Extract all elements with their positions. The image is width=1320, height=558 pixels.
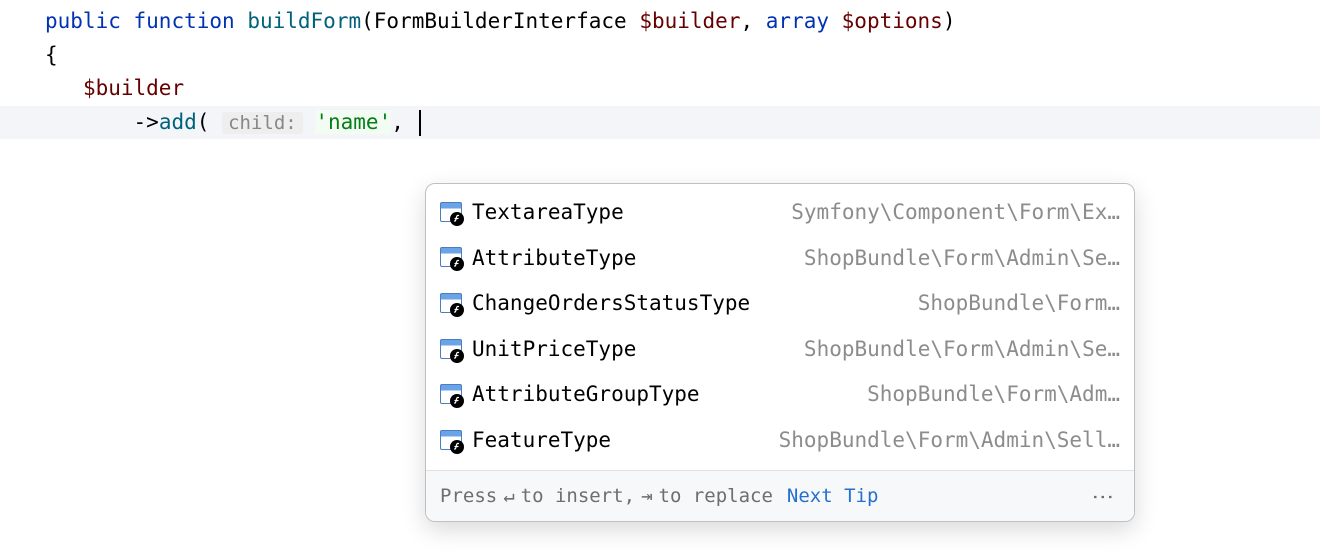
autocomplete-item[interactable]: FeatureType ShopBundle\Form\Admin\Sell… xyxy=(426,418,1134,464)
autocomplete-item-path: ShopBundle\Form\Admin\Sell… xyxy=(779,424,1120,458)
symfony-form-icon xyxy=(440,202,462,224)
method-add: add xyxy=(159,110,197,134)
autocomplete-item[interactable]: AttributeType ShopBundle\Form\Admin\Se… xyxy=(426,236,1134,282)
paren-open: ( xyxy=(361,9,374,33)
autocomplete-item-name: AttributeType xyxy=(472,242,636,276)
string-literal: 'name' xyxy=(315,110,391,134)
autocomplete-item[interactable]: ChangeOrdersStatusType ShopBundle\Form… xyxy=(426,281,1134,327)
autocomplete-popup[interactable]: TextareaType Symfony\Component\Form\Ex… … xyxy=(425,183,1135,522)
code-line: public function buildForm(FormBuilderInt… xyxy=(0,5,1320,39)
comma: , xyxy=(391,110,404,134)
function-name: buildForm xyxy=(247,9,361,33)
keyword-array: array xyxy=(766,9,829,33)
autocomplete-item[interactable]: UnitPriceType ShopBundle\Form\Admin\Se… xyxy=(426,327,1134,373)
variable: $options xyxy=(842,9,943,33)
symfony-form-icon xyxy=(440,430,462,452)
autocomplete-item-path: ShopBundle\Form… xyxy=(918,287,1120,321)
autocomplete-item-name: AttributeGroupType xyxy=(472,378,700,412)
text-cursor xyxy=(419,110,421,136)
variable-builder: $builder xyxy=(83,76,184,100)
type-name: FormBuilderInterface xyxy=(374,9,627,33)
keyword-public: public xyxy=(45,9,121,33)
autocomplete-footer: Press ↵ to insert, ⇥ to replace Next Tip… xyxy=(426,470,1134,521)
autocomplete-item[interactable]: AttributeGroupType ShopBundle\Form\Adm… xyxy=(426,372,1134,418)
brace-open: { xyxy=(45,43,58,67)
code-line: { xyxy=(0,39,1320,73)
code-line xyxy=(0,139,1320,173)
autocomplete-item[interactable]: TextareaType Symfony\Component\Form\Ex… xyxy=(426,190,1134,236)
tab-key-icon: ⇥ xyxy=(641,481,652,511)
autocomplete-item-name: ChangeOrdersStatusType xyxy=(472,287,750,321)
autocomplete-item-name: TextareaType xyxy=(472,196,624,230)
enter-key-icon: ↵ xyxy=(503,481,514,511)
arrow-operator: -> xyxy=(134,110,159,134)
symfony-form-icon xyxy=(440,293,462,315)
more-options-icon[interactable]: ⋮ xyxy=(1085,486,1120,506)
parameter-hint: child: xyxy=(222,112,303,134)
autocomplete-item-path: ShopBundle\Form\Adm… xyxy=(867,378,1120,412)
footer-hint-text: to insert, xyxy=(521,481,635,511)
comma: , xyxy=(740,9,753,33)
keyword-function: function xyxy=(134,9,235,33)
code-line-active: ->add( child: 'name', xyxy=(0,106,1320,140)
variable: $builder xyxy=(639,9,740,33)
symfony-form-icon xyxy=(440,384,462,406)
autocomplete-item-path: ShopBundle\Form\Admin\Se… xyxy=(804,333,1120,367)
footer-hint-text: to replace xyxy=(659,481,773,511)
symfony-form-icon xyxy=(440,339,462,361)
autocomplete-list: TextareaType Symfony\Component\Form\Ex… … xyxy=(426,184,1134,470)
next-tip-link[interactable]: Next Tip xyxy=(787,481,879,511)
autocomplete-item-name: FeatureType xyxy=(472,424,611,458)
autocomplete-item-name: UnitPriceType xyxy=(472,333,636,367)
symfony-form-icon xyxy=(440,247,462,269)
paren-open: ( xyxy=(197,110,210,134)
code-editor[interactable]: public function buildForm(FormBuilderInt… xyxy=(0,5,1320,240)
autocomplete-item-path: Symfony\Component\Form\Ex… xyxy=(791,196,1120,230)
autocomplete-item-path: ShopBundle\Form\Admin\Se… xyxy=(804,242,1120,276)
footer-hint-text: Press xyxy=(440,481,497,511)
code-line: $builder xyxy=(0,72,1320,106)
paren-close: ) xyxy=(943,9,956,33)
